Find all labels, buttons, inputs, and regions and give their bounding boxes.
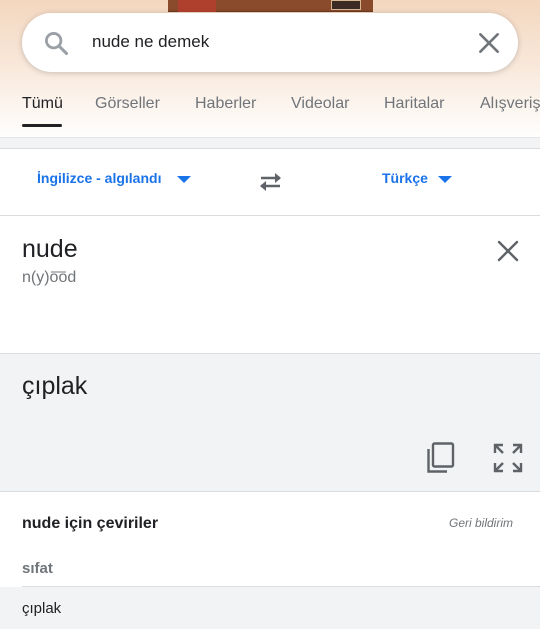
swap-languages-icon[interactable]: [256, 171, 285, 193]
search-box[interactable]: nude ne demek: [22, 13, 518, 72]
source-language-caret-icon[interactable]: [177, 176, 191, 183]
copy-icon[interactable]: [426, 442, 456, 474]
tab-all[interactable]: Tümü: [22, 95, 63, 113]
translation-row[interactable]: çıplak: [0, 587, 540, 629]
close-icon[interactable]: [476, 30, 502, 56]
translations-heading: nude için çeviriler: [22, 515, 159, 532]
doodle-figure: [178, 0, 216, 12]
doodle-frame: [331, 0, 361, 10]
source-language-selector[interactable]: İngilizce - algılandı: [37, 170, 161, 186]
search-tabs: Tümü Görseller Haberler Videolar Harital…: [0, 84, 540, 138]
tab-news[interactable]: Haberler: [195, 95, 256, 113]
language-bar: İngilizce - algılandı Türkçe: [0, 148, 540, 216]
source-text[interactable]: nude: [22, 235, 78, 264]
feedback-link[interactable]: Geri bildirim: [449, 516, 513, 530]
target-language-selector[interactable]: Türkçe: [382, 170, 428, 186]
tab-images[interactable]: Görseller: [95, 95, 160, 113]
doodle-image[interactable]: [168, 0, 373, 12]
tab-videos[interactable]: Videolar: [291, 95, 349, 113]
search-input[interactable]: nude ne demek: [92, 32, 209, 52]
search-icon[interactable]: [42, 29, 70, 57]
target-text-panel: çıplak: [0, 354, 540, 492]
tab-maps[interactable]: Haritalar: [384, 95, 444, 113]
part-of-speech-label: sıfat: [22, 560, 53, 577]
target-text: çıplak: [22, 372, 88, 400]
source-text-panel[interactable]: nude n(y)o͞od: [0, 216, 540, 354]
active-tab-indicator: [22, 124, 62, 127]
section-gap: [0, 138, 540, 148]
fullscreen-icon[interactable]: [493, 443, 523, 473]
phonetic-text: n(y)o͞od: [22, 269, 77, 286]
translation-entry[interactable]: çıplak: [22, 600, 61, 617]
target-language-caret-icon[interactable]: [438, 176, 452, 183]
tab-shopping[interactable]: Alışveriş: [480, 95, 540, 113]
clear-source-icon[interactable]: [496, 239, 520, 263]
